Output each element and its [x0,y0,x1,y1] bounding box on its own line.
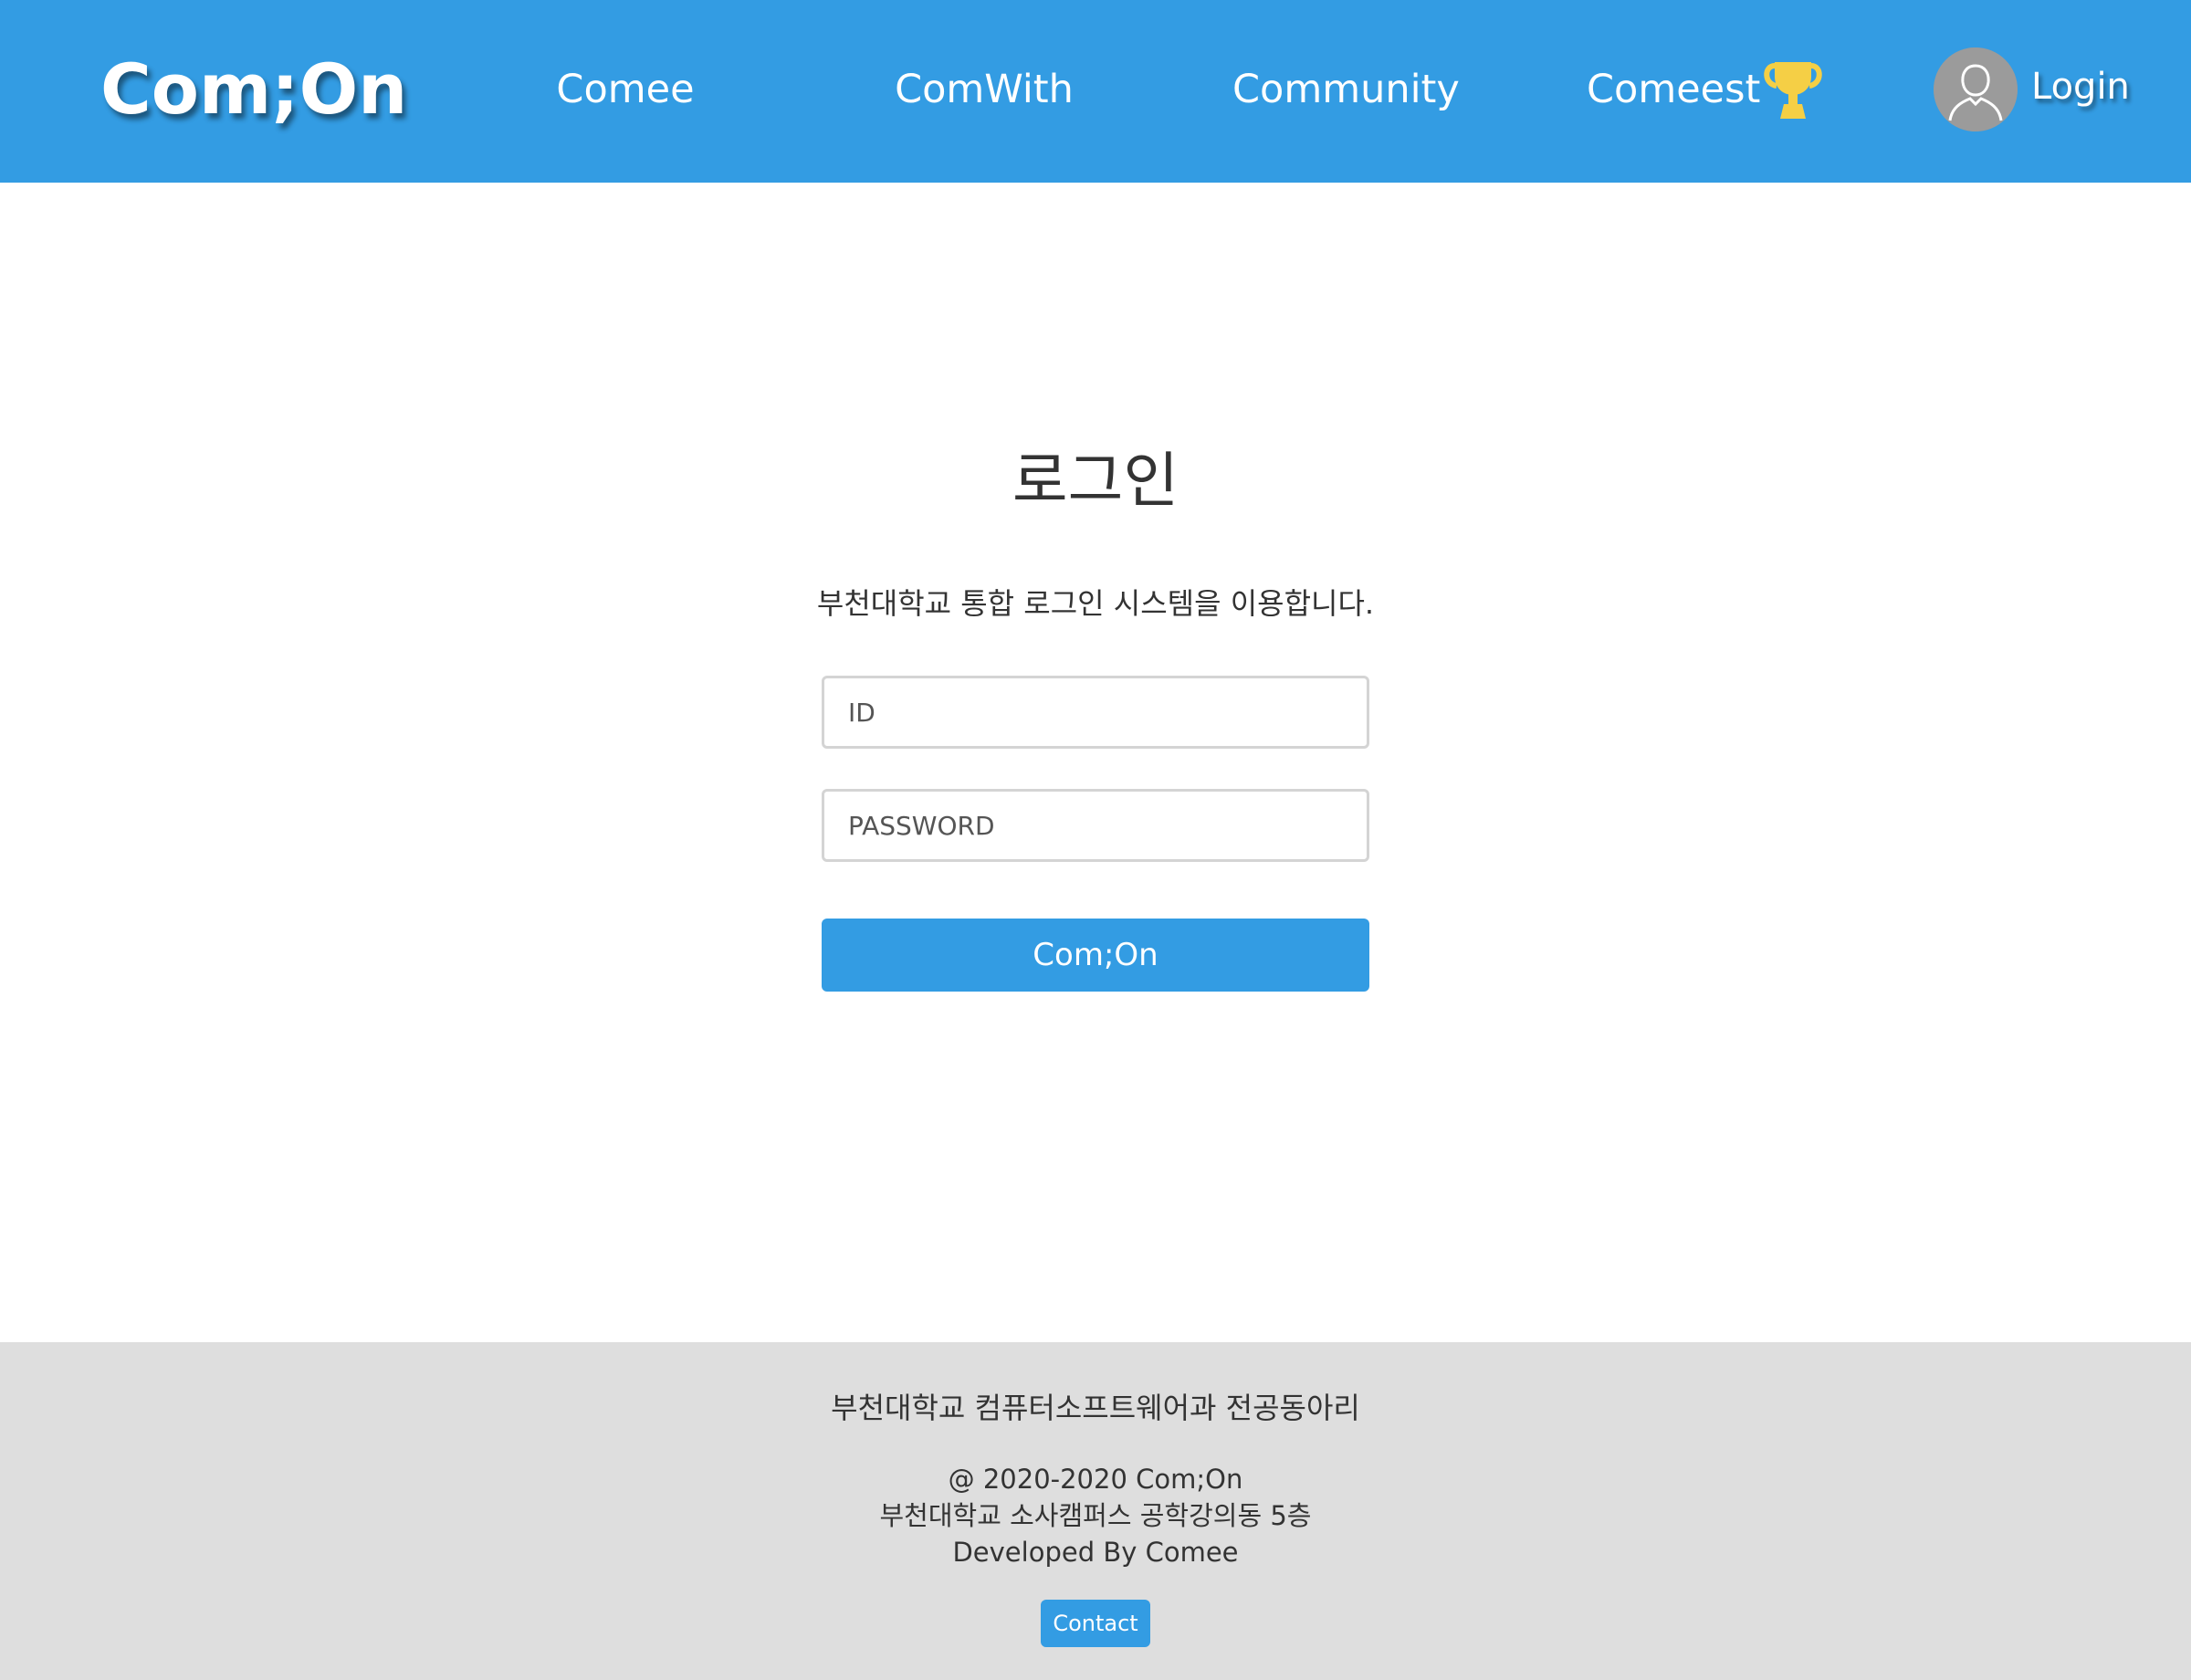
top-navbar: Com;On Comee ComWith Community Comeest L… [0,0,2191,183]
user-avatar-icon[interactable] [1934,47,2018,131]
page-title: 로그인 [1012,446,1179,516]
login-submit-button[interactable]: Com;On [822,919,1369,992]
id-input[interactable] [822,676,1369,749]
trophy-icon[interactable] [1760,57,1826,122]
footer: 부천대학교 컴퓨터소프트웨어과 전공동아리 @ 2020-2020 Com;On… [0,1342,2191,1680]
nav-item-community[interactable]: Community [1232,60,1460,119]
nav-item-comwith[interactable]: ComWith [876,60,1092,119]
footer-title: 부천대학교 컴퓨터소프트웨어과 전공동아리 [831,1391,1360,1425]
footer-developer: Developed By Comee [952,1537,1239,1568]
footer-copyright: @ 2020-2020 Com;On [948,1464,1243,1495]
password-input[interactable] [822,789,1369,862]
nav-item-comeest[interactable]: Comeest [1587,60,1760,119]
contact-button[interactable]: Contact [1041,1600,1150,1647]
nav-item-comee[interactable]: Comee [548,60,703,119]
brand-logo[interactable]: Com;On [100,44,407,135]
login-link[interactable]: Login [2031,58,2130,116]
footer-address: 부천대학교 소사캠퍼스 공학강의동 5층 [879,1500,1312,1531]
login-description: 부천대학교 통합 로그인 시스템을 이용합니다. [816,586,1375,621]
